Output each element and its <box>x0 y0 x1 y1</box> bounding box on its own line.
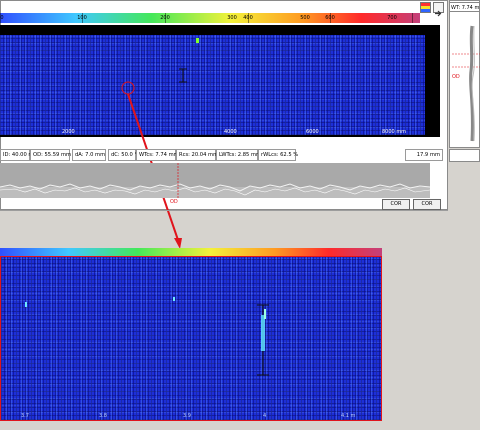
lwt-value: LWTcs: 2.85 mm <box>216 149 261 161</box>
wall-profile-plot <box>0 163 430 198</box>
cross-section-panel: OD <box>449 0 480 148</box>
zoom-axis-label: 4.1 m <box>341 413 356 419</box>
id-value: ID: 40.00 mm <box>0 149 39 161</box>
da-value: dA: 7.0 mm <box>72 149 106 161</box>
zoom-annotations <box>25 297 269 376</box>
cor-left-button[interactable]: COR <box>382 199 410 210</box>
rcs-value: Rcs: 20.04 mm <box>176 149 218 161</box>
app-window: 0 100 200 300 400 500 600 700 2000 4000 … <box>0 0 480 430</box>
cor-right-button[interactable]: COR <box>413 199 441 210</box>
side-mini-panel <box>449 149 480 162</box>
wall-profile-strip[interactable]: OD <box>0 163 430 205</box>
zoom-color-scale <box>0 248 382 256</box>
zoom-axis-label: 4 <box>263 413 267 419</box>
depth-value[interactable]: 17.9 mm <box>405 149 443 161</box>
dc-value: dC: 50.0 ° <box>108 149 137 161</box>
zoom-axis-label: 3.8 <box>99 413 107 419</box>
profile-od-label: OD <box>170 199 178 205</box>
rwl-value: rWLcs: 62.5 % <box>258 149 298 161</box>
zoom-axis-label: 3.7 <box>21 413 29 419</box>
zoom-region-marker <box>121 81 135 95</box>
zoom-scan-image[interactable]: 3.7 3.8 3.9 4 4.1 m <box>0 256 382 421</box>
od-value: OD: 55.59 mm <box>30 149 71 161</box>
flaw-marker-icon <box>179 68 187 83</box>
panel-divider <box>0 210 448 211</box>
scan-annotations <box>121 38 199 249</box>
wt-value: WTcs: 7.74 mm <box>136 149 179 161</box>
od-marker-label: OD <box>452 74 460 80</box>
zoom-axis-label: 3.9 <box>183 413 191 419</box>
measurement-info-bar: ID: 40.00 mm OD: 55.59 mm dA: 7.0 mm dC:… <box>0 149 448 162</box>
wall-thickness-readout: WT: 7.74 mm <box>449 2 480 12</box>
defect-spot <box>196 38 199 43</box>
